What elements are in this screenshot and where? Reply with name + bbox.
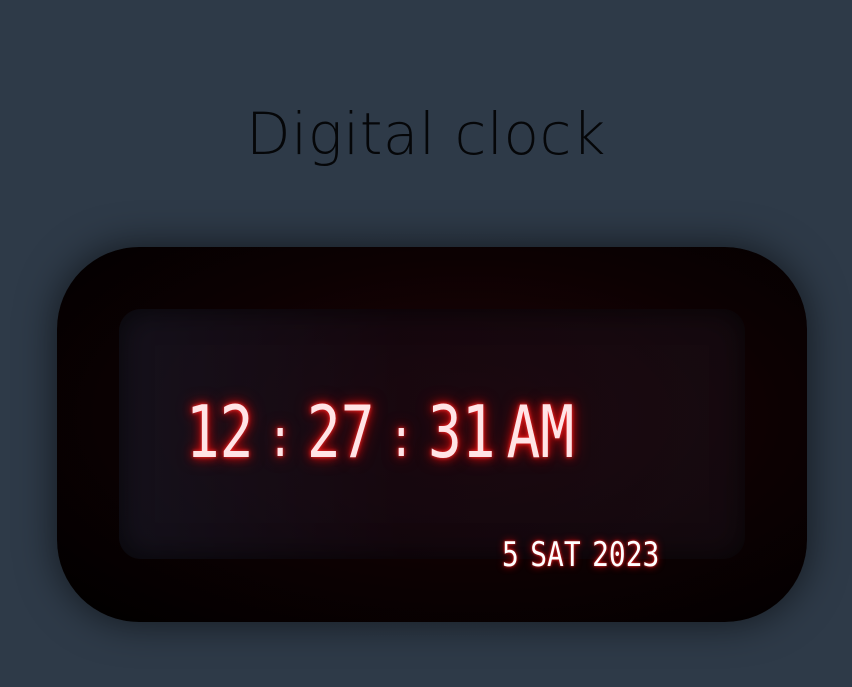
page-title: Digital clock	[246, 100, 606, 168]
minutes-display: 27	[306, 390, 375, 474]
time-display: 12:27:31 AM	[88, 387, 673, 477]
page: Digital clock 12:27:31 AM 5 SAT 2023	[0, 0, 852, 687]
period-display: AM	[506, 390, 575, 474]
time-separator: :	[267, 406, 293, 469]
day-display: 5	[502, 535, 519, 575]
date-display: 5 SAT 2023	[502, 530, 659, 580]
year-display: 2023	[592, 535, 660, 575]
hours-display: 12	[185, 390, 254, 474]
clock-frame: 12:27:31 AM 5 SAT 2023	[57, 247, 807, 622]
weekday-display: SAT	[530, 535, 581, 575]
time-separator: :	[388, 406, 414, 469]
seconds-display: 31	[427, 390, 496, 474]
